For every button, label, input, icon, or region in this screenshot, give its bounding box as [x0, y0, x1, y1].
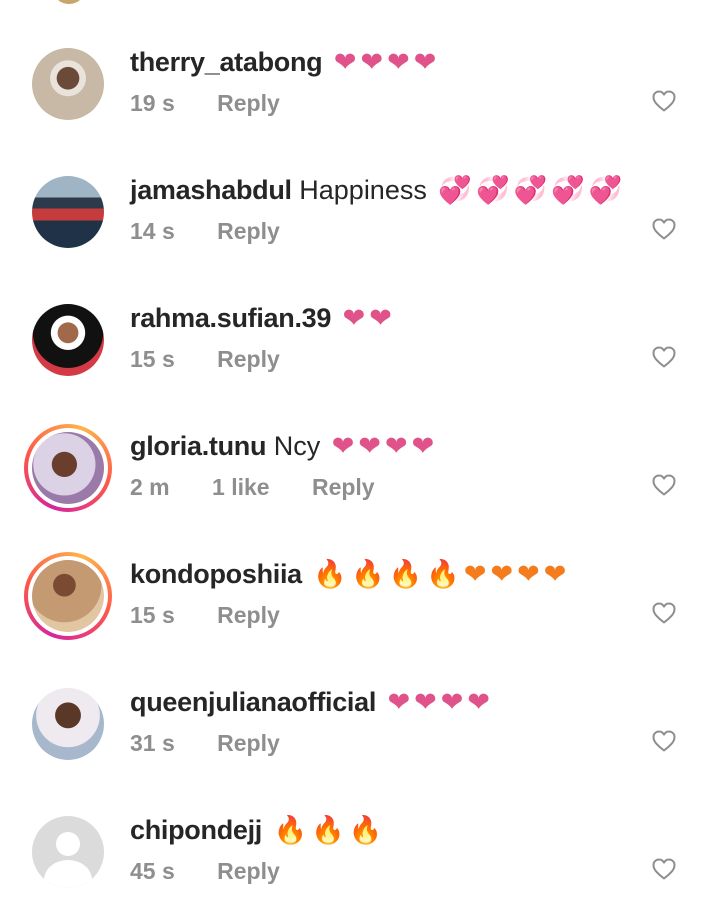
comment-item: gloria.tunu Ncy ❤❤❤❤ 2 m 1 like Reply	[0, 404, 720, 532]
reply-button[interactable]: Reply	[312, 474, 375, 500]
comment-emojis: ❤❤❤❤	[333, 47, 441, 77]
comment-item: kondoposhiia 🔥🔥🔥🔥❤❤❤❤ 15 s Reply	[0, 532, 720, 660]
comment-time: 15 s	[130, 346, 175, 372]
comment-body: kondoposhiia 🔥🔥🔥🔥❤❤❤❤ 15 s Reply	[130, 556, 630, 630]
comment-username[interactable]: chipondejj	[130, 815, 262, 845]
comment-body: rahma.sufian.39 ❤❤ 15 s Reply	[130, 300, 630, 374]
reply-button[interactable]: Reply	[217, 90, 280, 116]
avatar[interactable]	[32, 176, 104, 248]
reply-button[interactable]: Reply	[217, 730, 280, 756]
comment-text: gloria.tunu Ncy ❤❤❤❤	[130, 428, 630, 464]
comment-likes-count[interactable]: 1 like	[212, 474, 270, 500]
comment-emojis: 🔥🔥🔥🔥❤❤❤❤	[313, 559, 571, 589]
avatar-photo	[32, 688, 104, 760]
comment-time: 14 s	[130, 218, 175, 244]
comment-username[interactable]: jamashabdul	[130, 175, 292, 205]
comment-item: therry_atabong ❤❤❤❤ 19 s Reply	[0, 20, 720, 148]
comment-username[interactable]: queenjulianaofficial	[130, 687, 376, 717]
comment-text: jamashabdul Happiness 💞💞💞💞💞	[130, 172, 630, 208]
comment-meta: 19 s Reply	[130, 88, 630, 118]
comment-body: therry_atabong ❤❤❤❤ 19 s Reply	[130, 44, 630, 118]
comment-meta: 14 s Reply	[130, 216, 630, 246]
avatar-story-ring[interactable]	[24, 552, 112, 640]
comment-meta: 2 m 1 like Reply	[130, 472, 630, 502]
avatar-photo	[32, 432, 104, 504]
comment-item: queenjulianaofficial ❤❤❤❤ 31 s Reply	[0, 660, 720, 788]
comment-text: therry_atabong ❤❤❤❤	[130, 44, 630, 80]
heart-outline-icon[interactable]	[652, 90, 676, 112]
comment-time: 31 s	[130, 730, 175, 756]
avatar-photo	[32, 304, 104, 376]
default-avatar-icon	[32, 816, 104, 888]
comment-text: chipondejj 🔥🔥🔥	[130, 812, 630, 848]
avatar-photo	[32, 48, 104, 120]
comment-body: chipondejj 🔥🔥🔥 45 s Reply	[130, 812, 630, 886]
comment-time: 15 s	[130, 602, 175, 628]
comment-time: 2 m	[130, 474, 170, 500]
comment-body: jamashabdul Happiness 💞💞💞💞💞 14 s Reply	[130, 172, 630, 246]
avatar-photo	[32, 560, 104, 632]
comment-emojis: 🔥🔥🔥	[273, 815, 387, 845]
avatar-ring-gap	[28, 556, 108, 636]
heart-outline-icon[interactable]	[652, 346, 676, 368]
comment-time: 45 s	[130, 858, 175, 884]
comment-username[interactable]: kondoposhiia	[130, 559, 302, 589]
avatar-photo	[32, 176, 104, 248]
default-avatar-head	[56, 832, 80, 856]
comment-body: queenjulianaofficial ❤❤❤❤ 31 s Reply	[130, 684, 630, 758]
comment-body: gloria.tunu Ncy ❤❤❤❤ 2 m 1 like Reply	[130, 428, 630, 502]
comment-item: chipondejj 🔥🔥🔥 45 s Reply	[0, 788, 720, 916]
reply-button[interactable]: Reply	[217, 346, 280, 372]
comment-username[interactable]: gloria.tunu	[130, 431, 266, 461]
comment-text: rahma.sufian.39 ❤❤	[130, 300, 630, 336]
comment-text: queenjulianaofficial ❤❤❤❤	[130, 684, 630, 720]
avatar[interactable]	[32, 688, 104, 760]
avatar-ring-gap	[28, 428, 108, 508]
avatar-story-ring[interactable]	[24, 424, 112, 512]
heart-outline-icon[interactable]	[652, 602, 676, 624]
comment-text: kondoposhiia 🔥🔥🔥🔥❤❤❤❤	[130, 556, 630, 592]
comment-emojis: ❤❤❤❤	[331, 431, 439, 461]
comment-message: Ncy	[273, 431, 321, 461]
default-avatar-body	[44, 860, 92, 888]
comment-meta: 15 s Reply	[130, 600, 630, 630]
comment-emojis: ❤❤	[342, 303, 396, 333]
comment-item: rahma.sufian.39 ❤❤ 15 s Reply	[0, 276, 720, 404]
comment-time: 19 s	[130, 90, 175, 116]
comment-item: jamashabdul Happiness 💞💞💞💞💞 14 s Reply	[0, 148, 720, 276]
heart-outline-icon[interactable]	[652, 218, 676, 240]
reply-button[interactable]: Reply	[217, 218, 280, 244]
comment-message: Happiness	[299, 175, 427, 205]
comment-emojis: ❤❤❤❤	[387, 687, 495, 717]
comment-meta: 15 s Reply	[130, 344, 630, 374]
heart-outline-icon[interactable]	[652, 730, 676, 752]
heart-outline-icon[interactable]	[652, 474, 676, 496]
avatar[interactable]	[32, 816, 104, 888]
reply-button[interactable]: Reply	[217, 602, 280, 628]
heart-outline-icon[interactable]	[652, 858, 676, 880]
reply-button[interactable]: Reply	[217, 858, 280, 884]
avatar[interactable]	[32, 48, 104, 120]
comment-emojis: 💞💞💞💞💞	[438, 175, 627, 205]
comment-username[interactable]: therry_atabong	[130, 47, 323, 77]
comment-meta: 31 s Reply	[130, 728, 630, 758]
comment-username[interactable]: rahma.sufian.39	[130, 303, 331, 333]
comment-meta: 45 s Reply	[130, 856, 630, 886]
comments-list: therry_atabong ❤❤❤❤ 19 s Reply jamashabd…	[0, 0, 720, 916]
avatar[interactable]	[32, 304, 104, 376]
